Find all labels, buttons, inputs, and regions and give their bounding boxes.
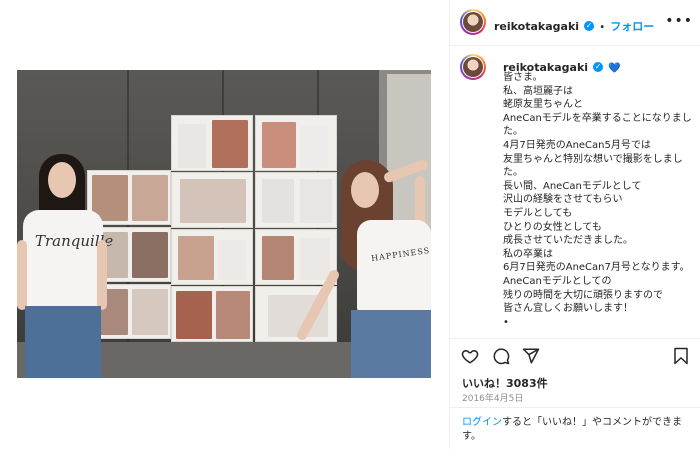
verified-badge-icon: ✓ xyxy=(593,61,604,72)
share-icon[interactable] xyxy=(522,347,540,365)
post-header: reikotakagaki ✓ • フォロー ••• xyxy=(450,0,700,46)
photo-sheet xyxy=(171,229,253,285)
likes-count[interactable]: いいね！3083件 xyxy=(462,375,548,391)
photo-sheet xyxy=(171,286,253,342)
caption-area: reikotakagaki ✓ 💙 皆さま。 私、高垣麗子は 蛯原友里ちゃんと … xyxy=(450,46,700,338)
post-info-column: reikotakagaki ✓ • フォロー ••• reikotakagaki… xyxy=(449,0,700,449)
caption-text: 皆さま。 私、高垣麗子は 蛯原友里ちゃんと AneCanモデルを卒業することにな… xyxy=(503,72,692,328)
photo-sheet xyxy=(171,115,253,171)
arm xyxy=(17,240,27,310)
verified-badge-icon: ✓ xyxy=(584,20,595,31)
tshirt xyxy=(23,210,103,310)
more-options-icon[interactable]: ••• xyxy=(665,13,693,29)
face xyxy=(351,172,379,208)
action-bar xyxy=(450,338,700,372)
photo-sheet xyxy=(171,172,253,228)
post-photo[interactable]: Tranquille HAPPINESS xyxy=(17,70,431,378)
tshirt xyxy=(357,220,431,312)
login-link[interactable]: ログイン xyxy=(462,417,502,428)
avatar[interactable] xyxy=(460,9,486,35)
arm xyxy=(295,268,341,342)
follow-button[interactable]: フォロー xyxy=(610,20,654,33)
arm xyxy=(97,240,107,310)
header-username[interactable]: reikotakagaki xyxy=(494,20,579,33)
right-woman: HAPPINESS xyxy=(287,70,431,378)
avatar[interactable] xyxy=(460,54,486,80)
left-woman: Tranquille xyxy=(17,70,117,378)
login-footer: ログインすると「いいね！」やコメントができます。 xyxy=(450,407,700,449)
post-date: 2016年4月5日 xyxy=(462,394,524,404)
jeans xyxy=(351,310,431,378)
comment-icon[interactable] xyxy=(492,347,510,365)
face xyxy=(48,162,76,198)
separator-dot: • xyxy=(599,22,606,33)
login-prompt: ログインすると「いいね！」やコメントができます。 xyxy=(462,416,694,444)
post-media-pane: Tranquille HAPPINESS xyxy=(0,0,449,449)
heart-icon[interactable] xyxy=(461,347,479,365)
jeans xyxy=(25,306,101,378)
bookmark-icon[interactable] xyxy=(673,347,689,365)
header-user-row: reikotakagaki ✓ • フォロー xyxy=(494,15,654,34)
